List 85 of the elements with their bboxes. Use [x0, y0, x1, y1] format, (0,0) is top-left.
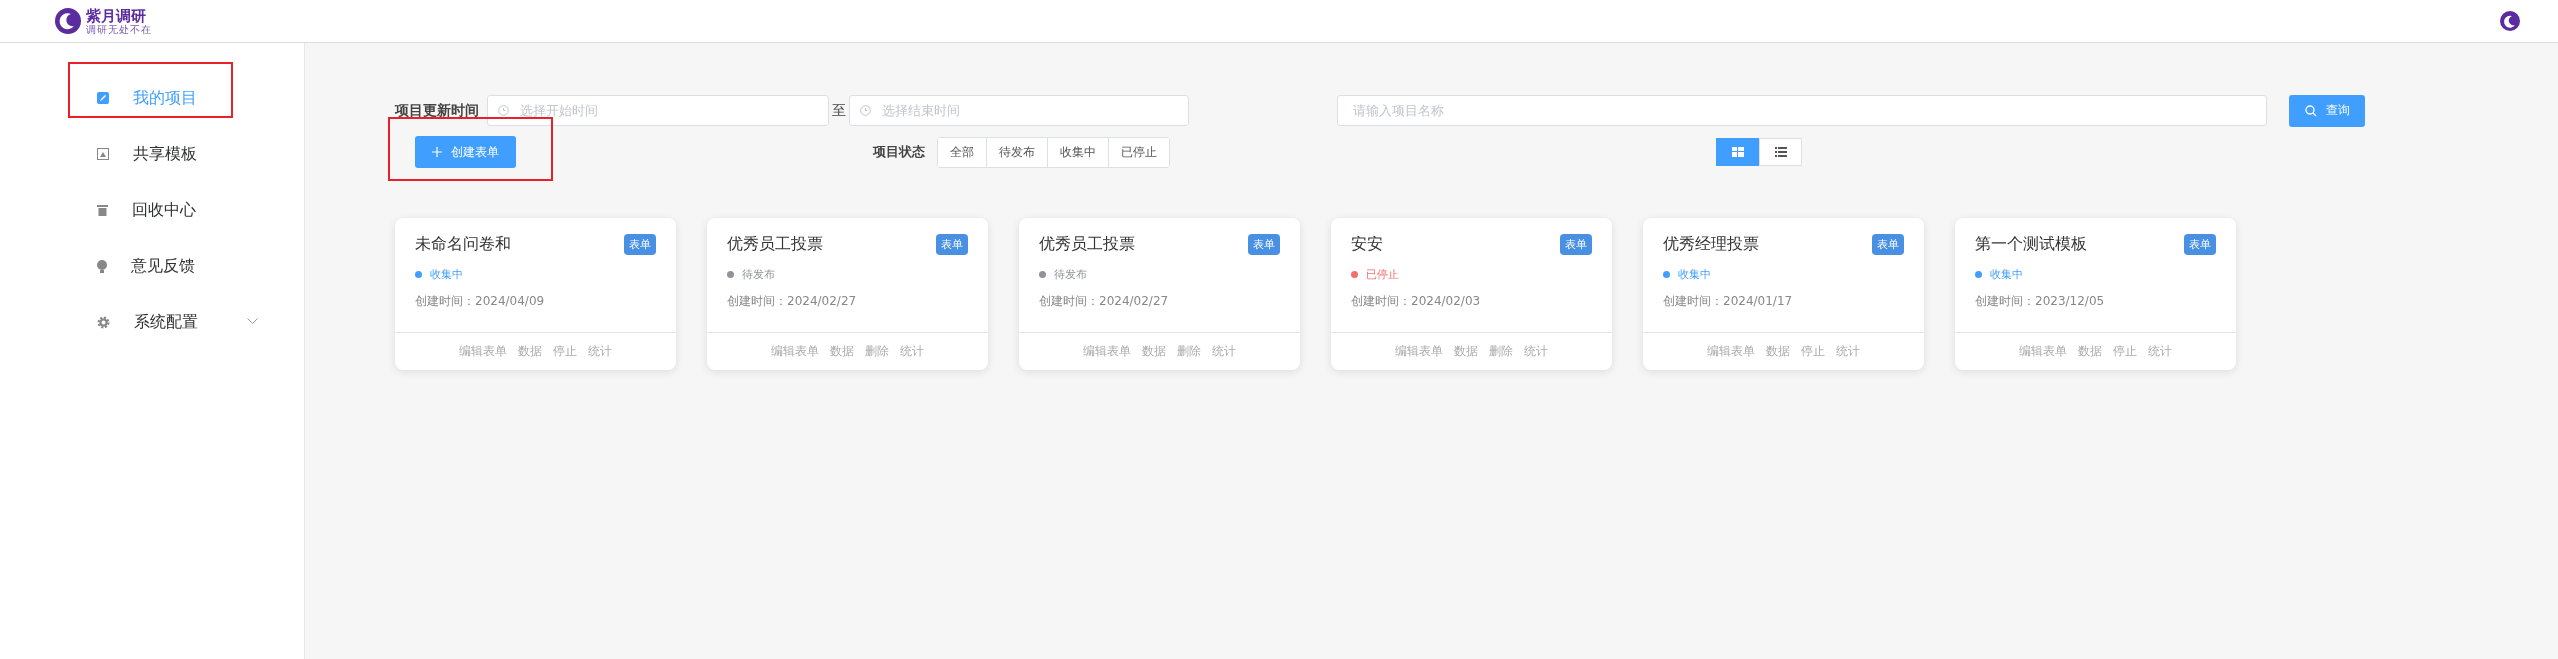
created-time: 创建时间：2024/02/27: [1039, 293, 1170, 310]
start-time-field[interactable]: 选择开始时间: [487, 95, 829, 126]
sidebar-item[interactable]: 回收中心: [0, 182, 304, 238]
card-action-link[interactable]: 统计: [1836, 343, 1860, 360]
project-card[interactable]: 第一个测试模板 表单 收集中 创建时间：2023/12/05 编辑表单 数据 停止 统计: [1955, 218, 2236, 370]
status-filter-option[interactable]: 已停止: [1108, 137, 1169, 167]
form-tag: 表单: [1248, 233, 1280, 255]
sidebar-item[interactable]: 系统配置: [0, 294, 304, 350]
clock-icon: [860, 105, 871, 116]
project-card[interactable]: 优秀员工投票 表单 待发布 创建时间：2024/02/27 编辑表单 数据 删除 统计: [707, 218, 988, 370]
image-icon: [97, 148, 109, 160]
form-tag: 表单: [624, 233, 656, 255]
card-action-link[interactable]: 统计: [2148, 343, 2172, 360]
card-action-link[interactable]: 编辑表单: [771, 343, 819, 360]
status-text: 收集中: [430, 267, 463, 282]
card-action-link[interactable]: 数据: [518, 343, 542, 360]
project-card[interactable]: 安安 表单 已停止 创建时间：2024/02/03 编辑表单 数据 删除 统计: [1331, 218, 1612, 370]
search-button[interactable]: 查询: [2289, 94, 2365, 127]
form-tag: 表单: [936, 233, 968, 255]
card-title: 第一个测试模板: [1975, 233, 2087, 255]
card-title: 优秀员工投票: [727, 233, 823, 255]
status-text: 待发布: [742, 267, 775, 282]
logo-title: 紫月调研: [86, 7, 147, 24]
chevron-icon: [247, 318, 258, 325]
card-action-link[interactable]: 数据: [1454, 343, 1478, 360]
trash-icon: [97, 204, 108, 216]
card-action-link[interactable]: 数据: [1766, 343, 1790, 360]
card-title: 优秀经理投票: [1663, 233, 1759, 255]
card-action-link[interactable]: 删除: [865, 343, 889, 360]
card-action-link[interactable]: 数据: [1142, 343, 1166, 360]
card-action-link[interactable]: 统计: [1524, 343, 1548, 360]
moon-logo-icon: [55, 8, 81, 34]
search-icon: [2304, 104, 2317, 117]
card-action-link[interactable]: 统计: [1212, 343, 1236, 360]
project-card[interactable]: 优秀经理投票 表单 收集中 创建时间：2024/01/17 编辑表单 数据 停止 统计: [1643, 218, 1924, 370]
created-time: 创建时间：2023/12/05: [1975, 293, 2106, 310]
card-action-link[interactable]: 编辑表单: [2019, 343, 2067, 360]
avatar-icon[interactable]: [2500, 11, 2520, 31]
card-action-link[interactable]: 删除: [1489, 343, 1513, 360]
plus-icon: [432, 147, 442, 157]
status-text: 待发布: [1054, 267, 1087, 282]
created-time: 创建时间：2024/01/17: [1663, 293, 1794, 310]
form-tag: 表单: [1872, 233, 1904, 255]
edit-icon: [97, 92, 109, 104]
status-text: 收集中: [1678, 267, 1711, 282]
project-card[interactable]: 优秀员工投票 表单 待发布 创建时间：2024/02/27 编辑表单 数据 删除 统计: [1019, 218, 1300, 370]
date-filter-label: 项目更新时间: [395, 101, 479, 120]
card-action-link[interactable]: 数据: [830, 343, 854, 360]
form-tag: 表单: [1560, 233, 1592, 255]
grid-icon: [1731, 147, 1744, 157]
sidebar-item[interactable]: 意见反馈: [0, 238, 304, 294]
card-title: 安安: [1351, 233, 1383, 255]
end-time-field[interactable]: 选择结束时间: [849, 95, 1189, 126]
card-action-link[interactable]: 统计: [900, 343, 924, 360]
gear-icon: [97, 315, 110, 329]
card-title: 未命名问卷和: [415, 233, 511, 255]
logo-subtitle: 调研无处不在: [86, 23, 152, 35]
range-separator: 至: [832, 101, 846, 120]
bulb-icon: [97, 259, 107, 273]
card-action-link[interactable]: 编辑表单: [1083, 343, 1131, 360]
sidebar-item[interactable]: 共享模板: [0, 126, 304, 182]
card-action-link[interactable]: 编辑表单: [459, 343, 507, 360]
card-action-link[interactable]: 停止: [1801, 343, 1825, 360]
card-action-link[interactable]: 统计: [588, 343, 612, 360]
card-title: 优秀员工投票: [1039, 233, 1135, 255]
status-text: 收集中: [1990, 267, 2023, 282]
status-text: 已停止: [1366, 267, 1399, 282]
card-action-link[interactable]: 数据: [2078, 343, 2102, 360]
status-filter-label: 项目状态: [873, 143, 925, 161]
clock-icon: [498, 105, 509, 116]
card-action-link[interactable]: 编辑表单: [1707, 343, 1755, 360]
list-icon: [1774, 147, 1787, 157]
form-tag: 表单: [2184, 233, 2216, 255]
card-action-link[interactable]: 删除: [1177, 343, 1201, 360]
sidebar-item[interactable]: 我的项目: [0, 70, 304, 126]
search-field[interactable]: 请输入项目名称: [1337, 95, 2267, 126]
view-toggle-button[interactable]: [1716, 138, 1759, 166]
create-form-button[interactable]: 创建表单: [415, 136, 516, 168]
created-time: 创建时间：2024/02/03: [1351, 293, 1482, 310]
created-time: 创建时间：2024/02/27: [727, 293, 858, 310]
project-card[interactable]: 未命名问卷和 表单 收集中 创建时间：2024/04/09 编辑表单 数据 停止 统计: [395, 218, 676, 370]
card-action-link[interactable]: 停止: [553, 343, 577, 360]
card-action-link[interactable]: 编辑表单: [1395, 343, 1443, 360]
created-time: 创建时间：2024/04/09: [415, 293, 546, 310]
card-action-link[interactable]: 停止: [2113, 343, 2137, 360]
